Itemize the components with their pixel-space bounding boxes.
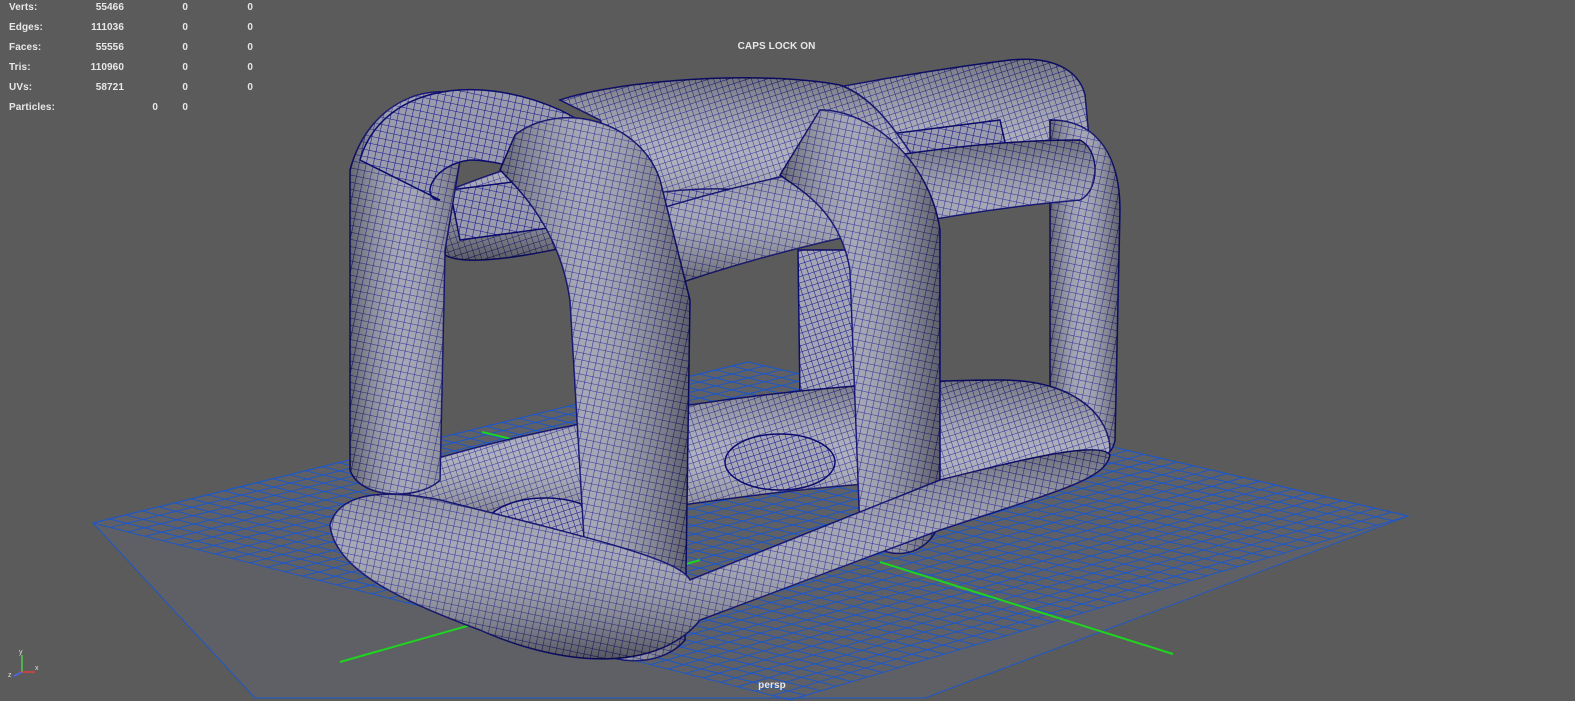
tube-inner-back-post bbox=[797, 249, 859, 401]
stat-label: Verts: bbox=[9, 2, 38, 13]
stat-value-selected: 0 bbox=[182, 2, 188, 13]
disc-center bbox=[724, 433, 836, 491]
viewport-persp[interactable]: Verts: 55466 0 0 Edges: 111036 0 0 Faces: 55556 0 0… bbox=[0, 0, 1575, 701]
stat-label: Faces: bbox=[9, 42, 42, 53]
stat-value-selected: 0 bbox=[182, 42, 188, 53]
stat-label: Tris: bbox=[9, 62, 31, 73]
particles-label: Particles: bbox=[9, 102, 56, 113]
axis-y-label: y bbox=[19, 649, 23, 656]
stat-label: Edges: bbox=[9, 22, 43, 33]
caps-lock-indicator: CAPS LOCK ON bbox=[737, 41, 816, 52]
axis-z-label: z bbox=[8, 672, 12, 679]
stat-value-selected-count: 0 bbox=[247, 22, 253, 33]
camera-name-label: persp bbox=[758, 680, 786, 691]
stat-value-selected: 0 bbox=[182, 82, 188, 93]
scene-canvas[interactable] bbox=[0, 0, 1575, 701]
stat-value-selected-count: 0 bbox=[247, 82, 253, 93]
stat-value-selected-count: 0 bbox=[247, 62, 253, 73]
axis-x-label: x bbox=[35, 665, 39, 672]
particles-value-b: 0 bbox=[182, 102, 188, 113]
stat-value-selected-count: 0 bbox=[247, 42, 253, 53]
stat-value-scene: 110960 bbox=[90, 62, 124, 73]
stat-value-scene: 58721 bbox=[95, 82, 124, 93]
stat-value-scene: 111036 bbox=[91, 22, 124, 33]
stat-value-selected: 0 bbox=[182, 62, 188, 73]
axis-gizmo-icon: y x z bbox=[8, 649, 39, 679]
stat-value-scene: 55556 bbox=[95, 42, 124, 53]
stat-value-selected: 0 bbox=[182, 22, 188, 33]
stat-value-scene: 55466 bbox=[95, 2, 124, 13]
stat-value-selected-count: 0 bbox=[247, 2, 253, 13]
stat-label: UVs: bbox=[9, 82, 33, 93]
